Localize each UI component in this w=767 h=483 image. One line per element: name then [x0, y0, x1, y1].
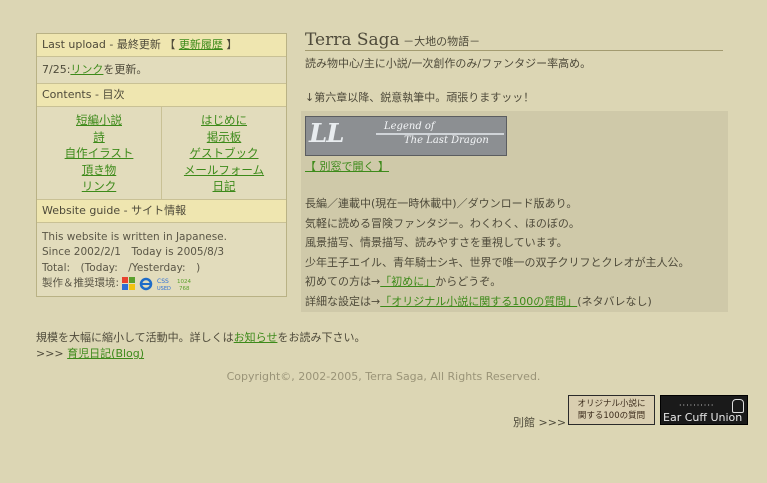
last-upload-close: 】: [226, 38, 238, 51]
resolution-icon: 1024 768: [177, 277, 193, 292]
hundred-questions-banner[interactable]: オリジナル小説に 関する100の質問: [568, 395, 655, 425]
nav-diary[interactable]: 日記: [213, 179, 236, 193]
nav-gifts[interactable]: 頂き物: [82, 163, 117, 177]
update-history-link[interactable]: 更新履歴: [179, 38, 223, 51]
language-note: This website is written in Japanese.: [42, 230, 227, 243]
annex-label: 別館 >>>: [513, 416, 567, 429]
nav-column-left: 短編小説 詩 自作イラスト 頂き物 リンク: [37, 107, 161, 199]
site-guide: This website is written in Japanese. Sin…: [37, 223, 286, 296]
first-visit-line: 初めての方は→「初めに」からどうぞ。: [305, 272, 690, 292]
nav-mail-form[interactable]: メールフォーム: [184, 163, 264, 177]
ear-cuff-union-banner[interactable]: ·········· Ear Cuff Union: [660, 395, 748, 425]
banner-logo: LL: [309, 119, 345, 149]
since-date: Since 2002/2/1 Today is 2005/8/3: [42, 246, 225, 258]
nav-poems[interactable]: 詩: [93, 130, 105, 144]
site-tagline: 読み物中心/主に小説/一次創作のみ/ファンタジー率高め。: [305, 57, 592, 70]
contents-nav: 短編小説 詩 自作イラスト 頂き物 リンク はじめに 掲示板 ゲストブック メー…: [37, 107, 286, 199]
last-upload-label: Last upload - 最終更新 【: [42, 38, 176, 51]
novel-banner[interactable]: LL Legend of The Last Dragon: [305, 116, 507, 156]
ecu-text: Ear Cuff Union: [663, 411, 743, 424]
first-visit-pre: 初めての方は→: [305, 275, 381, 288]
announcement-link[interactable]: お知らせ: [234, 331, 278, 344]
environment-label: 製作＆推奨環境:: [42, 277, 120, 289]
nav-illustrations[interactable]: 自作イラスト: [65, 146, 134, 160]
site-title-text: Terra Saga: [305, 30, 400, 50]
qbtn-line2: 関する100の質問: [577, 411, 646, 421]
footer-message: 規模を大幅に縮小して活動中。詳しくはお知らせをお読み下さい。 >>> 育児日記(…: [36, 330, 365, 362]
windows-icon: [122, 276, 136, 291]
sidebar: Last upload - 最終更新 【 更新履歴 】 7/25:リンクを更新。…: [36, 33, 287, 297]
site-subtitle: －大地の物語－: [403, 35, 481, 48]
open-new-window-link[interactable]: 【 別窓で開く 】: [305, 158, 389, 174]
svg-text:CSS: CSS: [157, 278, 169, 285]
activity-note-pre: 規模を大幅に縮小して活動中。詳しくは: [36, 331, 234, 344]
links-update-link[interactable]: リンク: [70, 63, 103, 76]
hundred-questions-link[interactable]: 「オリジナル小説に関する100の質問」: [380, 295, 577, 308]
svg-text:1024: 1024: [177, 279, 191, 285]
nav-introduction[interactable]: はじめに: [201, 113, 247, 127]
update-date: 7/25:: [42, 63, 71, 76]
svg-text:768: 768: [179, 286, 190, 291]
detail-post: (ネタバレなし): [577, 294, 652, 308]
qbtn-line1: オリジナル小説に: [577, 399, 646, 409]
blog-line: >>> 育児日記(Blog): [36, 346, 365, 362]
desc-line: 風景描写、情景描写、読みやすさを重視しています。: [305, 236, 568, 249]
css-used-icon: CSS USED: [156, 277, 174, 292]
blog-arrow: >>>: [36, 347, 68, 360]
copyright: Copyright©, 2002-2005, Terra Saga, All R…: [226, 370, 541, 383]
banner-line2: The Last Dragon: [404, 135, 489, 146]
first-visit-link[interactable]: 「初めに」: [380, 275, 435, 288]
detail-pre: 詳細な設定は→: [305, 294, 381, 308]
guide-header: Website guide - サイト情報: [37, 198, 286, 223]
svg-text:USED: USED: [157, 286, 171, 291]
contents-header: Contents - 目次: [37, 83, 286, 107]
activity-note-post: をお読み下さい。: [277, 331, 366, 344]
activity-note: 規模を大幅に縮小して活動中。詳しくはお知らせをお読み下さい。: [36, 330, 365, 346]
last-upload-header: Last upload - 最終更新 【 更新履歴 】: [37, 34, 286, 57]
detail-line: 詳細な設定は→「オリジナル小説に関する100の質問」(ネタバレなし): [305, 292, 690, 312]
desc-line: 少年王子エイル、青年騎士シキ、世界で唯一の双子クリフとクレオが主人公。: [305, 255, 690, 269]
desc-line: 気軽に読める冒険ファンタジー。わくわく、ほのぼの。: [305, 216, 580, 230]
update-text: を更新。: [103, 63, 148, 76]
banner-line1: Legend of: [384, 121, 435, 132]
update-note: 7/25:リンクを更新。: [37, 57, 286, 83]
site-title: Terra Saga －大地の物語－: [305, 30, 723, 51]
novel-description: 長編／連載中(現在一時休載中)／ダウンロード版あり。 気軽に読める冒険ファンタジ…: [305, 194, 690, 311]
ecu-dots: ··········: [679, 401, 715, 410]
ie-icon: [139, 277, 153, 291]
access-counter: Total: (Today: /Yesterday: ): [42, 261, 201, 274]
writing-notice: ↓第六章以降、鋭意執筆中。頑張りますッッ！: [305, 91, 535, 104]
desc-line: 長編／連載中(現在一時休載中)／ダウンロード版あり。: [305, 197, 578, 210]
nav-column-right: はじめに 掲示板 ゲストブック メールフォーム 日記: [161, 107, 286, 199]
nav-short-stories[interactable]: 短編小説: [76, 113, 122, 127]
blog-link[interactable]: 育児日記(Blog): [67, 347, 144, 360]
nav-links[interactable]: リンク: [82, 179, 117, 193]
environment: 製作＆推奨環境: CSS USED 1024 768: [42, 276, 281, 292]
first-visit-post: からどうぞ。: [435, 275, 502, 288]
nav-bbs[interactable]: 掲示板: [207, 130, 242, 144]
nav-guestbook[interactable]: ゲストブック: [190, 146, 259, 160]
novel-panel: LL Legend of The Last Dragon 【 別窓で開く 】 長…: [301, 111, 728, 312]
